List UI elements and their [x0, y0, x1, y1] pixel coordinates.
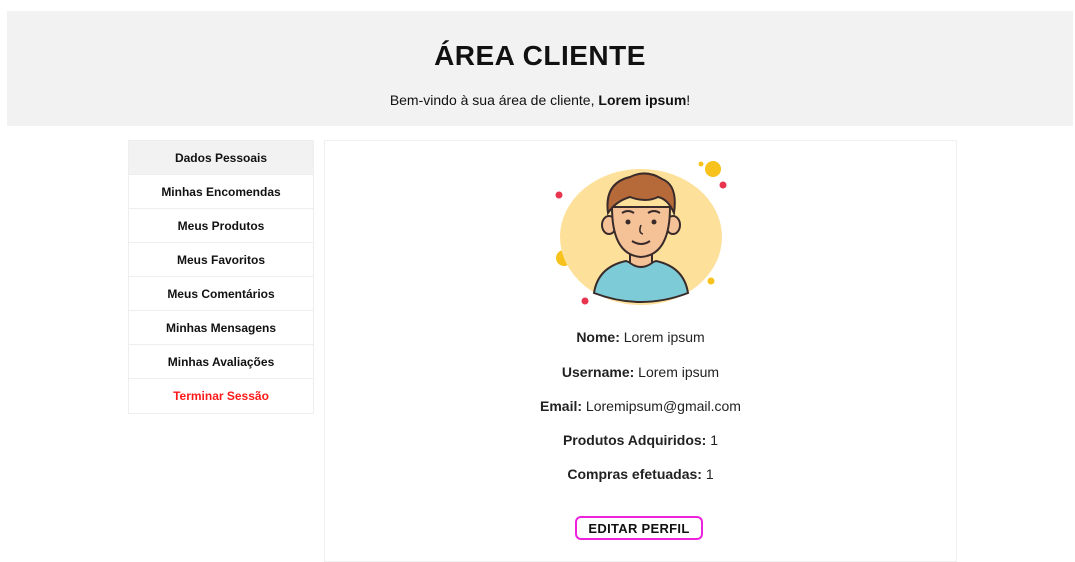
- sidebar-item-minhas-encomendas[interactable]: Minhas Encomendas: [129, 175, 313, 209]
- purchases-value: 1: [705, 466, 714, 482]
- welcome-suffix: !: [686, 92, 691, 108]
- profile-name: Nome: Lorem ipsum: [325, 329, 956, 345]
- sidebar-item-meus-comentarios[interactable]: Meus Comentários: [129, 277, 313, 311]
- profile-email: Email: Loremipsum@gmail.com: [325, 398, 956, 414]
- edit-profile-button[interactable]: EDITAR PERFIL: [575, 516, 703, 540]
- welcome-message: Bem-vindo à sua área de cliente, Lorem i…: [7, 92, 1073, 108]
- products-value: 1: [710, 432, 719, 448]
- username-label: Username:: [561, 364, 635, 380]
- profile-panel: Nome: Lorem ipsum Username: Lorem ipsum …: [324, 140, 957, 562]
- sidebar-item-meus-favoritos[interactable]: Meus Favoritos: [129, 243, 313, 277]
- name-label: Nome:: [576, 329, 620, 345]
- username-value: Lorem ipsum: [638, 364, 720, 380]
- sidebar-item-dados-pessoais[interactable]: Dados Pessoais: [129, 141, 313, 175]
- sidebar-item-minhas-mensagens[interactable]: Minhas Mensagens: [129, 311, 313, 345]
- products-label: Produtos Adquiridos:: [562, 432, 707, 448]
- purchases-label: Compras efetuadas:: [567, 466, 702, 482]
- page-header: ÁREA CLIENTE Bem-vindo à sua área de cli…: [7, 11, 1073, 126]
- page-title: ÁREA CLIENTE: [434, 40, 646, 71]
- profile-purchases: Compras efetuadas: 1: [325, 466, 956, 482]
- name-value: Lorem ipsum: [623, 329, 705, 345]
- user-avatar-icon: [555, 161, 727, 305]
- welcome-prefix: Bem-vindo à sua área de cliente,: [389, 92, 599, 108]
- profile-username: Username: Lorem ipsum: [325, 364, 956, 380]
- sidebar-menu: Dados Pessoais Minhas Encomendas Meus Pr…: [128, 140, 314, 414]
- email-label: Email:: [540, 398, 583, 414]
- logout-link[interactable]: Terminar Sessão: [129, 379, 313, 413]
- profile-products: Produtos Adquiridos: 1: [325, 432, 956, 448]
- sidebar-item-minhas-avaliacoes[interactable]: Minhas Avaliações: [129, 345, 313, 379]
- user-name: Lorem ipsum: [598, 92, 687, 108]
- email-value: Loremipsum@gmail.com: [585, 398, 741, 414]
- sidebar-item-meus-produtos[interactable]: Meus Produtos: [129, 209, 313, 243]
